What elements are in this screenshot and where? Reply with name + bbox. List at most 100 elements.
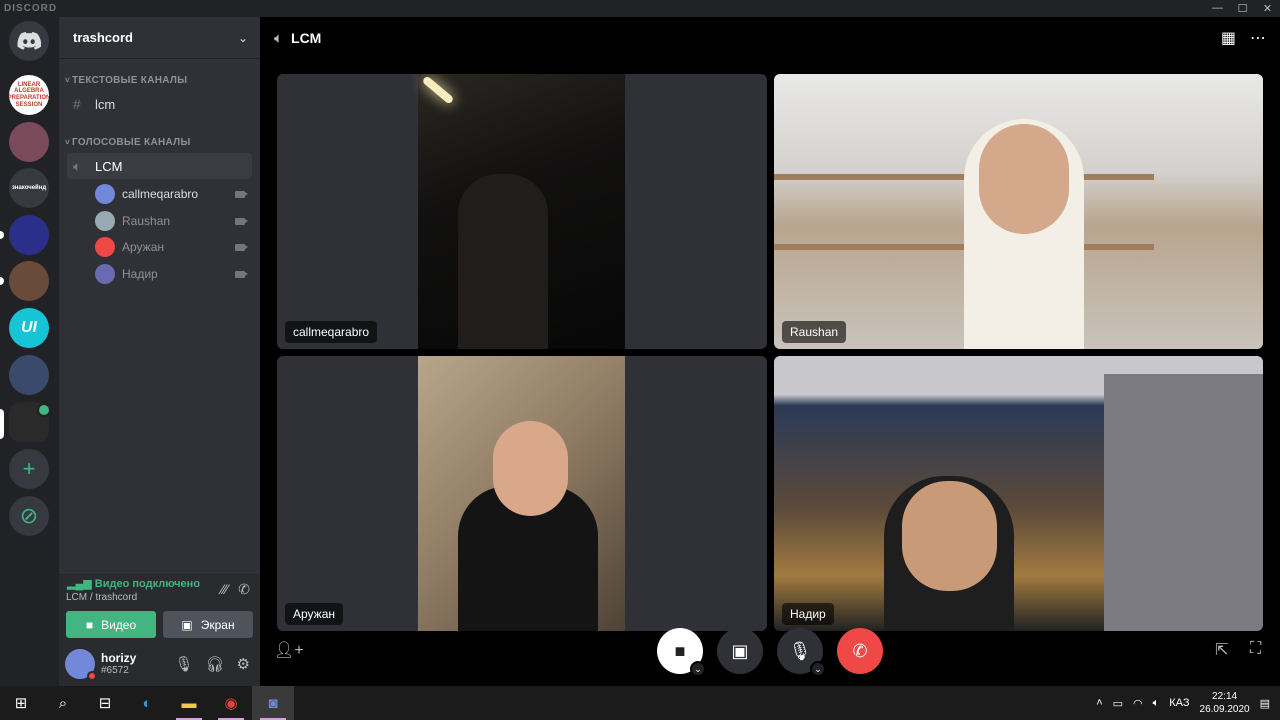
chevron-down-icon[interactable]: ⌄ [810, 661, 826, 677]
edge-app[interactable]: ◐ [126, 686, 168, 720]
screen-share-button[interactable]: ▣ Экран [163, 611, 253, 638]
channel-sidebar: trashcord ⌄ ˅ ТЕКСТОВЫЕ КАНАЛЫ # lcm ˅ ГОЛ… [59, 17, 260, 686]
search-button[interactable]: ⌕ [42, 686, 84, 720]
voice-connection-panel: ▂▄▆ Видео подключено LCM / trashcord ⁄⁄⁄… [59, 574, 260, 642]
battery-icon[interactable]: ▭ [1113, 697, 1123, 710]
caret-icon: ˅ [65, 138, 70, 147]
video-feed [418, 356, 625, 631]
camera-icon [235, 243, 248, 251]
avatar [95, 211, 115, 231]
call-header: 🔈︎ LCM ▦ ⋯ [260, 17, 1280, 59]
screen-icon: ▣ [731, 640, 749, 661]
video-tile[interactable]: Raushan [774, 74, 1263, 349]
window-titlebar: DISCORD — ☐ ✕ [0, 0, 1280, 17]
avatar[interactable] [65, 649, 97, 681]
fullscreen-icon[interactable]: ⛶ [1250, 640, 1261, 658]
connection-status: ▂▄▆ Видео подключено [67, 578, 201, 590]
app-brand: DISCORD [4, 3, 58, 14]
language-indicator[interactable]: КАЗ [1169, 697, 1189, 709]
voice-user[interactable]: Аружан [95, 235, 248, 259]
server-icon-4[interactable] [9, 215, 49, 255]
channel-lcm-text[interactable]: # lcm [67, 91, 252, 117]
minimize-button[interactable]: — [1205, 2, 1230, 15]
server-icon-linear-algebra[interactable]: LINEAR ALGEBRA PREPARATION SESSION [9, 75, 49, 115]
explorer-app[interactable]: ▬ [168, 686, 210, 720]
clock[interactable]: 22:14 26.09.2020 [1200, 690, 1250, 716]
windows-logo-icon: ⊞ [14, 695, 28, 712]
layout-icon[interactable]: ▦ [1221, 28, 1236, 48]
discord-icon: ◙ [268, 694, 278, 712]
add-server-button[interactable]: + [9, 449, 49, 489]
chrome-icon: ◉ [224, 695, 238, 712]
voice-user[interactable]: callmeqarabro [95, 182, 248, 206]
video-tile[interactable]: Надир [774, 356, 1263, 631]
server-icon-ui[interactable]: UI [9, 308, 49, 348]
clock-time: 22:14 [1212, 691, 1238, 702]
disconnect-icon[interactable]: ✆ [238, 581, 250, 598]
video-tile[interactable]: callmeqarabro [277, 74, 767, 349]
mute-button[interactable]: 🎙︎ ⌄ [777, 628, 826, 677]
explore-servers-button[interactable]: ⊘ [9, 496, 49, 536]
video-feed [774, 74, 1263, 349]
server-unread-pill [0, 231, 4, 239]
video-feed [774, 356, 1263, 631]
discord-logo-icon [17, 32, 41, 50]
more-icon[interactable]: ⋯ [1250, 28, 1266, 48]
voice-user-name: Аружан [122, 240, 165, 254]
server-unread-pill [0, 277, 4, 285]
server-icon-2[interactable] [9, 122, 49, 162]
edge-icon: ◐ [142, 694, 152, 712]
close-button[interactable]: ✕ [1255, 2, 1280, 15]
server-selected-pill [0, 409, 4, 439]
wifi-icon[interactable]: ◠ [1133, 697, 1143, 710]
chrome-app[interactable]: ◉ [210, 686, 252, 720]
chevron-up-icon[interactable]: ˄ [1096, 697, 1102, 709]
channel-lcm-voice[interactable]: 🔈︎ LCM [67, 153, 252, 179]
camera-toggle-button[interactable]: ■ ⌄ [657, 628, 706, 677]
guild-header[interactable]: trashcord ⌄ [59, 17, 260, 59]
voice-user[interactable]: Raushan [95, 209, 248, 233]
connection-location[interactable]: LCM / trashcord [66, 592, 137, 603]
server-rail: LINEAR ALGEBRA PREPARATION SESSION знако… [0, 17, 59, 686]
server-icon-5[interactable] [9, 261, 49, 301]
add-person-icon[interactable]: 👤︎+ [274, 640, 304, 660]
voice-user[interactable]: Надир [95, 262, 248, 286]
noise-suppression-icon[interactable]: ⁄⁄⁄ [221, 581, 228, 598]
notifications-icon[interactable]: ▤ [1260, 697, 1270, 710]
volume-icon[interactable]: 🔈︎ [1153, 697, 1160, 710]
server-icon-3[interactable]: знакочейнд [9, 168, 49, 208]
discord-app[interactable]: ◙ [252, 686, 294, 720]
gear-icon[interactable]: ⚙ [237, 655, 250, 673]
camera-icon [235, 217, 248, 225]
lamp-light [421, 75, 455, 105]
user-panel: horizy #6572 🎙︎ 🎧︎ ⚙ [59, 642, 260, 686]
maximize-button[interactable]: ☐ [1230, 2, 1255, 15]
video-tile[interactable]: Аружан [277, 356, 767, 631]
home-button[interactable] [9, 21, 49, 61]
channel-label: lcm [95, 96, 116, 112]
tile-label: Аружан [285, 603, 344, 625]
compass-icon: ⊘ [19, 503, 39, 528]
hang-up-icon: ✆ [852, 640, 868, 661]
avatar [95, 264, 115, 284]
dnd-status-icon [87, 671, 97, 681]
server-icon-7[interactable] [9, 355, 49, 395]
screen-share-toggle[interactable]: ▣ [717, 628, 763, 674]
tile-label: Надир [782, 603, 834, 625]
signal-icon: ▂▄▆ [67, 578, 95, 590]
chevron-down-icon[interactable]: ⌄ [690, 661, 706, 677]
task-view-button[interactable]: ⊟ [84, 686, 126, 720]
hang-up-button[interactable]: ✆ [837, 628, 883, 674]
start-button[interactable]: ⊞ [0, 686, 42, 720]
video-button[interactable]: ■ Видео [66, 611, 156, 638]
avatar [95, 237, 115, 257]
call-controls: 👤︎+ ■ ⌄ ▣ 🎙︎ ⌄ ✆ ⇱ ⛶ [260, 628, 1280, 678]
guild-name: trashcord [73, 30, 133, 45]
category-voice-channels[interactable]: ˅ ГОЛОСОВЫЕ КАНАЛЫ [59, 137, 191, 148]
call-view: 🔈︎ LCM ▦ ⋯ callmeqarabro Raushan Аружан [260, 17, 1280, 686]
voice-user-name: callmeqarabro [122, 187, 199, 201]
category-text-channels[interactable]: ˅ ТЕКСТОВЫЕ КАНАЛЫ [59, 75, 187, 86]
microphone-icon[interactable]: 🎙︎ [174, 655, 193, 673]
headphones-icon[interactable]: 🎧︎ [206, 655, 225, 673]
popout-icon[interactable]: ⇱ [1215, 640, 1228, 660]
